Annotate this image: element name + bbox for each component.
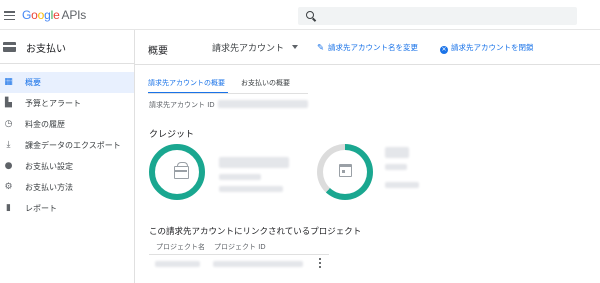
table-header-divider: [149, 254, 329, 255]
person-icon: ●: [4, 161, 13, 171]
sidebar-item-label: お支払い設定: [25, 162, 73, 171]
linked-projects-title: この請求先アカウントにリンクされているプロジェクト: [149, 227, 362, 237]
page-title: 概要: [148, 46, 168, 57]
sidebar-item-payment-settings[interactable]: ● お支払い設定: [0, 156, 134, 177]
tabs-divider: [148, 93, 308, 94]
grid-icon: ▦: [4, 77, 13, 87]
hamburger-menu-icon[interactable]: [4, 11, 15, 21]
sidebar-item-label: レポート: [25, 204, 57, 213]
rename-button-label: 請求先アカウント名を変更: [328, 43, 418, 52]
more-vert-icon[interactable]: [317, 258, 323, 270]
rename-billing-account-button[interactable]: ✎ 請求先アカウント名を変更: [317, 42, 418, 56]
account-id-redacted: [218, 100, 308, 108]
sidebar-item-label: 課金データのエクスポート: [25, 141, 121, 150]
chevron-down-icon: [292, 45, 298, 49]
sidebar-item-budgets[interactable]: ▙ 予算とアラート: [0, 93, 134, 114]
export-icon: ⤓: [6, 140, 11, 150]
close-button-label: 請求先アカウントを閉鎖: [451, 43, 534, 52]
credit-detail-redacted: [219, 186, 283, 192]
column-header-project-id: プロジェクト ID: [214, 243, 266, 251]
sidebar-item-export[interactable]: ⤓ 課金データのエクスポート: [0, 135, 134, 156]
sidebar-item-payment-method[interactable]: ⚙ お支払い方法: [0, 177, 134, 198]
days-detail-redacted: [385, 182, 419, 188]
sidebar-nav: ▦ 概要 ▙ 予算とアラート ◷ 料金の履歴 ⤓ 課金データのエクスポート ● …: [0, 64, 134, 219]
top-app-bar: Google APIs: [0, 0, 600, 30]
page-header: 概要 請求先アカウント ✎ 請求先アカウント名を変更 ✕ 請求先アカウントを閉鎖: [135, 30, 600, 65]
days-remaining-redacted: [385, 147, 409, 158]
pencil-icon: ✎: [317, 43, 325, 53]
sidebar-item-overview[interactable]: ▦ 概要: [0, 72, 134, 93]
account-id-label: 請求先アカウント ID: [149, 101, 215, 109]
google-apis-logo[interactable]: Google APIs: [22, 8, 86, 22]
project-id-redacted: [213, 261, 303, 267]
gear-icon: ⚙: [4, 182, 13, 192]
search-input[interactable]: [298, 7, 577, 25]
billing-account-select[interactable]: 請求先アカウント: [212, 41, 304, 55]
sidebar-header: お支払い: [0, 30, 134, 64]
tab-payment-overview[interactable]: お支払いの概要: [241, 78, 301, 94]
credit-detail-redacted: [219, 174, 261, 180]
credit-ring-2-center: [323, 150, 367, 194]
sidebar-item-label: 料金の履歴: [25, 120, 65, 129]
credit-section-title: クレジット: [149, 130, 195, 140]
days-detail-redacted: [385, 164, 407, 170]
search-icon: [306, 11, 314, 19]
gift-icon: [174, 162, 189, 179]
table-row: [149, 256, 329, 272]
project-name-redacted: [155, 261, 200, 267]
sidebar-item-label: 概要: [25, 78, 41, 87]
credit-amount-redacted: [219, 157, 289, 168]
billing-sidebar: お支払い ▦ 概要 ▙ 予算とアラート ◷ 料金の履歴 ⤓ 課金データのエクスポ…: [0, 30, 135, 283]
report-icon: ▮: [6, 203, 11, 213]
sidebar-item-label: お支払い方法: [25, 183, 73, 192]
bar-chart-icon: ▙: [5, 98, 12, 108]
credit-ring-2: [317, 144, 373, 200]
credit-ring-1: [149, 144, 205, 200]
close-circle-icon: ✕: [440, 46, 448, 54]
sidebar-item-history[interactable]: ◷ 料金の履歴: [0, 114, 134, 135]
clock-icon: ◷: [4, 119, 13, 129]
sidebar-title: お支払い: [26, 44, 66, 55]
tab-account-overview[interactable]: 請求先アカウントの概要: [148, 78, 228, 94]
close-billing-account-button[interactable]: ✕ 請求先アカウントを閉鎖: [440, 42, 534, 56]
column-header-project-name: プロジェクト名: [156, 243, 205, 251]
sidebar-item-reports[interactable]: ▮ レポート: [0, 198, 134, 219]
billing-account-select-label: 請求先アカウント: [212, 44, 285, 54]
credit-card-icon: [3, 42, 16, 52]
sidebar-item-label: 予算とアラート: [25, 99, 81, 108]
calendar-icon: [339, 164, 352, 177]
